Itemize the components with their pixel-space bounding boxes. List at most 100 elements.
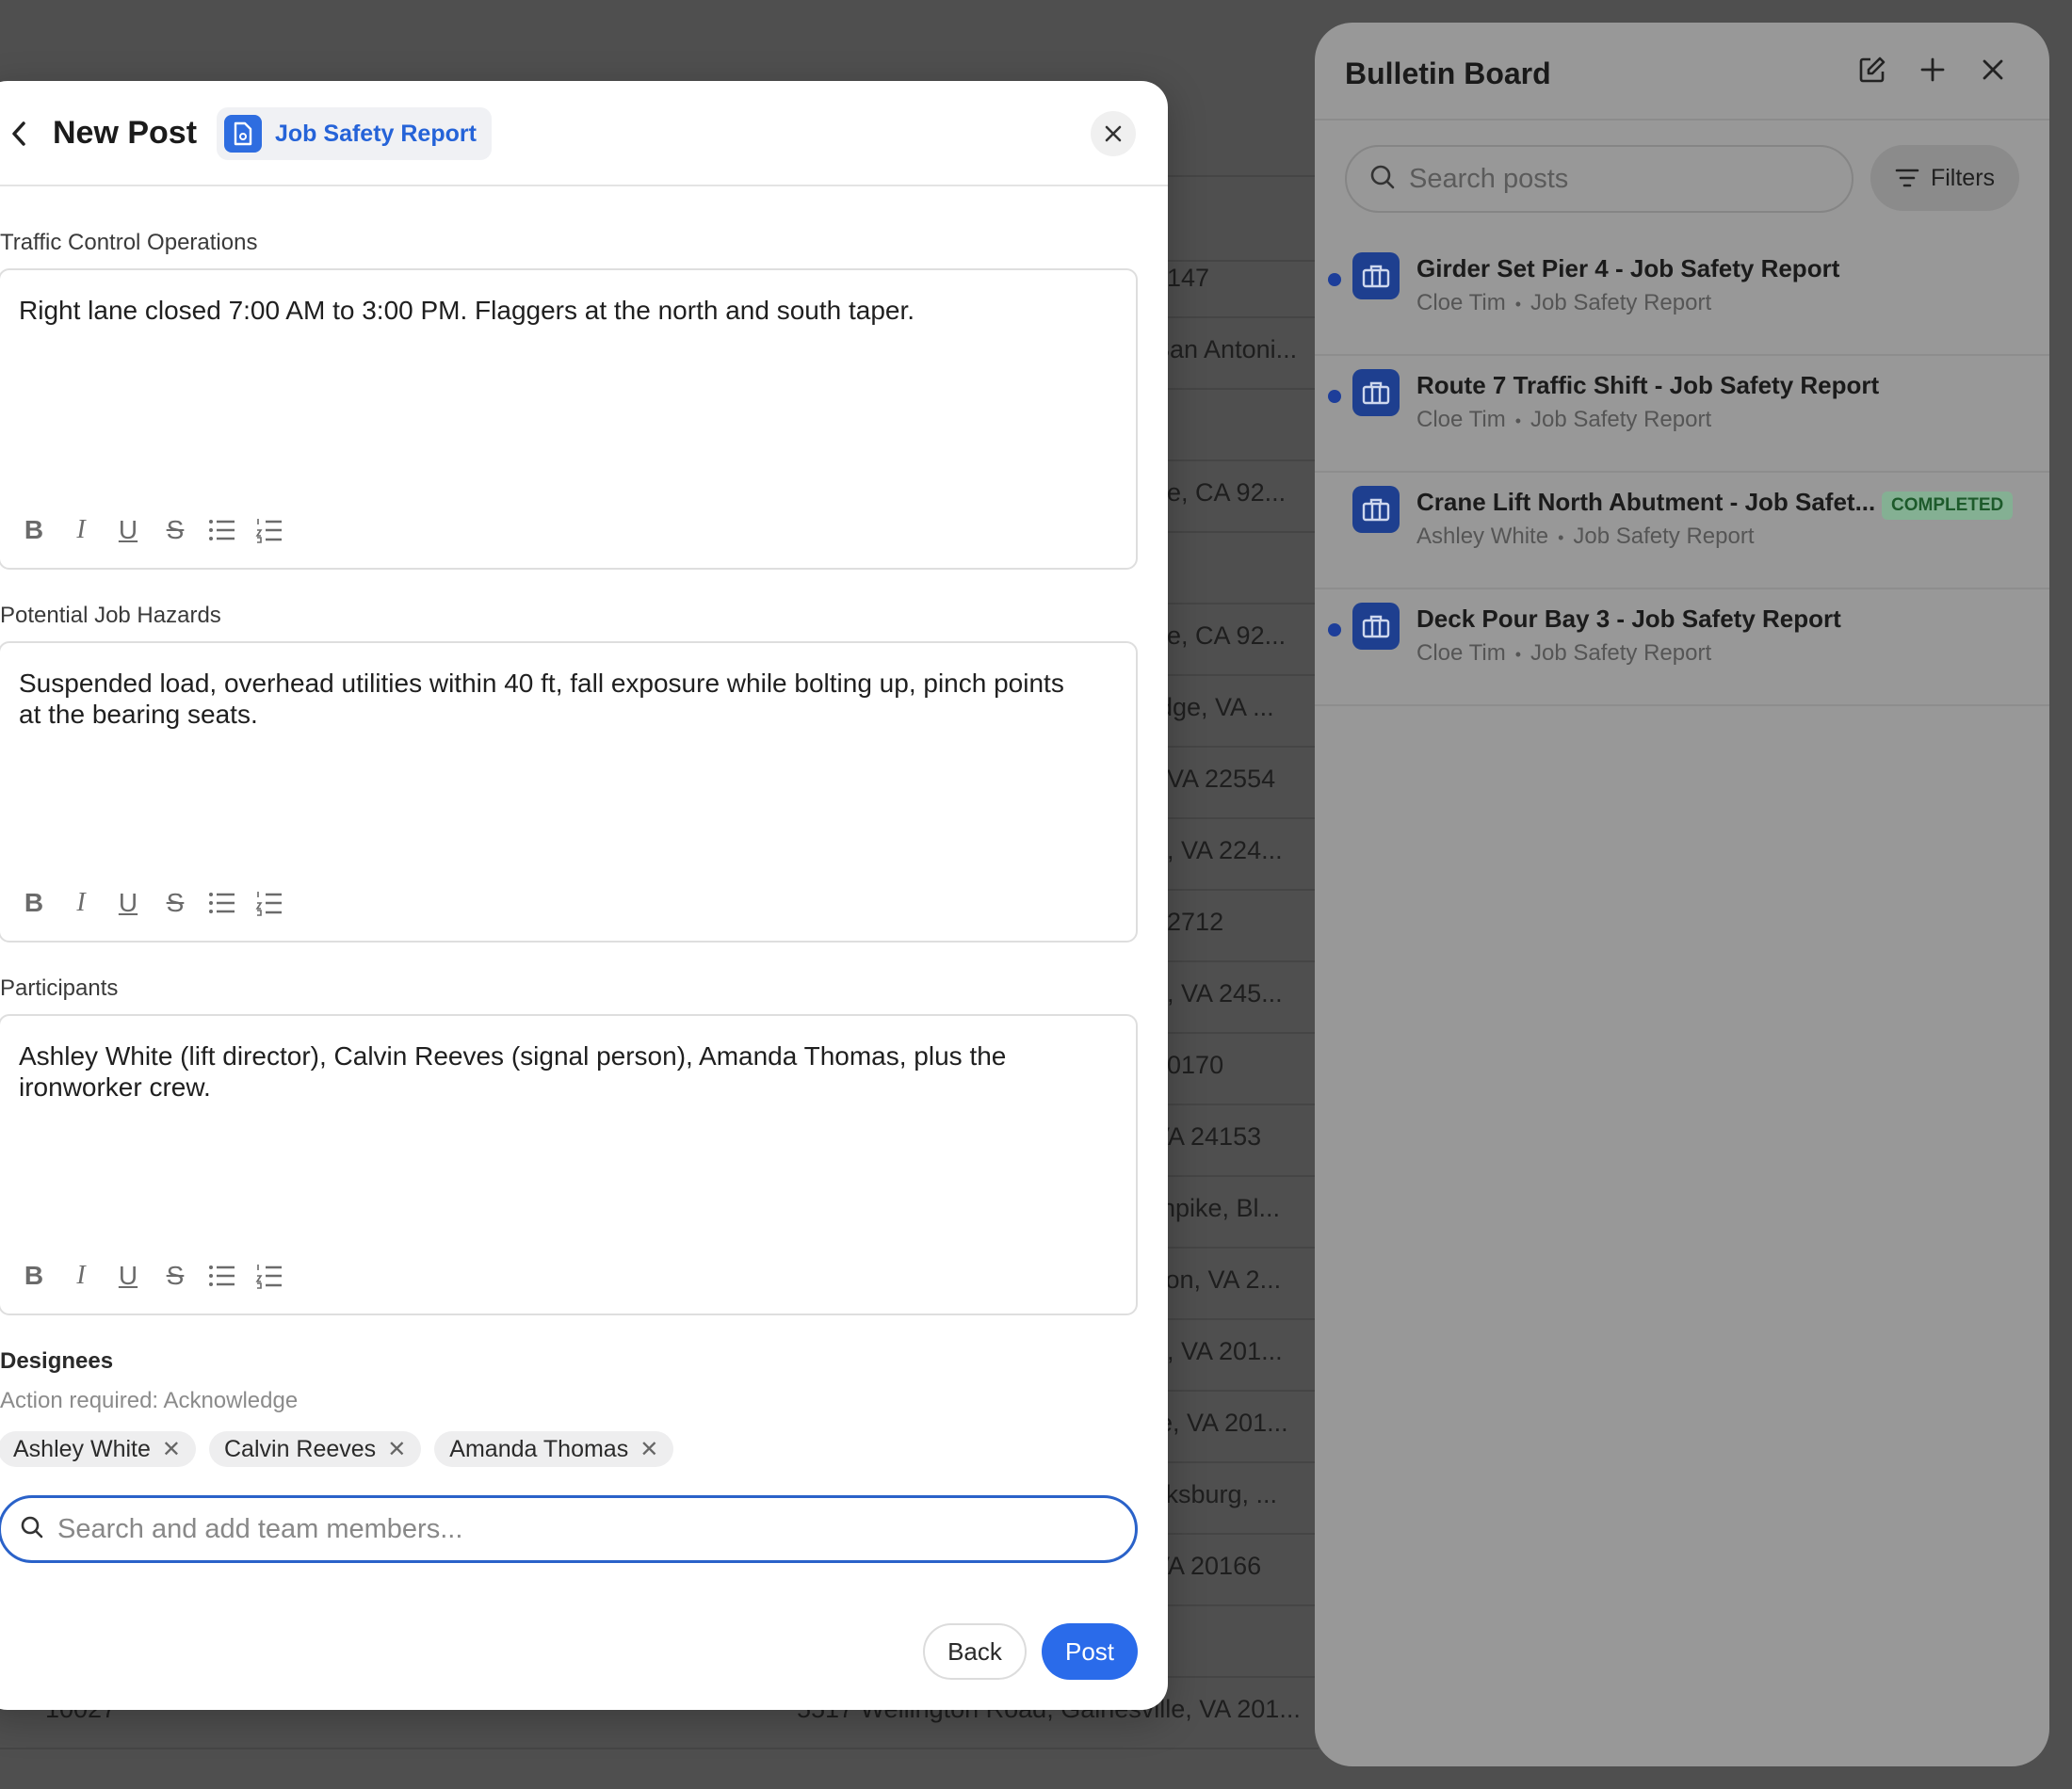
new-post-modal: New Post Job Safety Report Traffic Contr… [0, 81, 1168, 1710]
post-meta: Cloe Tim • Job Safety Report [1416, 640, 1711, 667]
table-cell: 22712 [1153, 908, 1224, 936]
strikethrough-button[interactable]: S [160, 513, 190, 547]
post-author: Cloe Tim [1416, 290, 1506, 315]
bold-button[interactable]: B [19, 1259, 49, 1293]
post-list-item[interactable]: Route 7 Traffic Shift - Job Safety Repor… [1315, 356, 2049, 473]
meta-separator: • [1514, 295, 1521, 314]
post-list-item[interactable]: Crane Lift North Abutment - Job Safet...… [1315, 473, 2049, 589]
post-title: Girder Set Pier 4 - Job Safety Report [1416, 254, 1840, 282]
remove-icon[interactable]: ✕ [162, 1436, 181, 1463]
edit-icon[interactable] [1853, 51, 1891, 89]
filters-button[interactable]: Filters [1870, 145, 2019, 211]
document-icon [224, 115, 262, 153]
designees-label: Designees [0, 1348, 114, 1374]
post-title: Deck Pour Bay 3 - Job Safety Report [1416, 604, 1841, 633]
designees-subtitle: Action required: Acknowledge [0, 1388, 299, 1413]
post-author: Cloe Tim [1416, 640, 1506, 666]
unread-indicator [1328, 623, 1341, 637]
close-icon[interactable] [1974, 51, 2012, 89]
back-chevron-icon[interactable] [0, 111, 38, 156]
table-cell: ge, CA 92... [1153, 621, 1287, 650]
bullet-list-icon[interactable] [207, 1259, 237, 1293]
chip-label: Amanda Thomas [449, 1435, 629, 1462]
post-title: Route 7 Traffic Shift - Job Safety Repor… [1416, 371, 1880, 399]
unread-indicator [1328, 390, 1341, 403]
strikethrough-button[interactable]: S [160, 886, 190, 920]
bullet-list-icon[interactable] [207, 886, 237, 920]
italic-button[interactable]: I [66, 886, 96, 920]
table-cell: , VA 22554 [1153, 765, 1276, 793]
post-author: Cloe Tim [1416, 407, 1506, 432]
briefcase-icon [1352, 369, 1400, 416]
italic-button[interactable]: I [66, 513, 96, 547]
editor-text[interactable]: Suspended load, overhead utilities withi… [19, 668, 1079, 730]
table-cell: son, VA 2... [1153, 1265, 1282, 1294]
unread-indicator [1328, 273, 1341, 286]
traffic-control-label: Traffic Control Operations [0, 230, 258, 255]
post-search-field[interactable]: Search posts [1345, 145, 1853, 213]
close-icon[interactable] [1091, 111, 1136, 156]
modal-title: New Post [53, 115, 198, 151]
post-title: Crane Lift North Abutment - Job Safet... [1416, 488, 1876, 516]
back-button[interactable]: Back [923, 1623, 1027, 1680]
post-button[interactable]: Post [1042, 1623, 1138, 1680]
remove-icon[interactable]: ✕ [387, 1436, 406, 1463]
post-meta: Cloe Tim • Job Safety Report [1416, 290, 1711, 316]
member-search-field[interactable] [0, 1495, 1138, 1563]
table-cell: 0147 [1153, 264, 1210, 292]
post-meta: Cloe Tim • Job Safety Report [1416, 407, 1711, 433]
numbered-list-icon[interactable] [254, 886, 284, 920]
search-icon [20, 1515, 44, 1544]
search-placeholder: Search posts [1409, 163, 1569, 194]
numbered-list-icon[interactable] [254, 513, 284, 547]
underline-button[interactable]: U [113, 886, 143, 920]
table-cell: idge, VA ... [1153, 693, 1274, 721]
job-hazards-editor[interactable]: Suspended load, overhead utilities withi… [0, 641, 1138, 943]
post-type-chip[interactable]: Job Safety Report [217, 107, 492, 160]
strikethrough-button[interactable]: S [160, 1259, 190, 1293]
meta-separator: • [1558, 528, 1564, 547]
editor-text[interactable]: Ashley White (lift director), Calvin Ree… [19, 1040, 1079, 1103]
post-list-item[interactable]: Girder Set Pier 4 - Job Safety Report Cl… [1315, 239, 2049, 356]
bold-button[interactable]: B [19, 886, 49, 920]
modal-header: New Post Job Safety Report [0, 81, 1168, 186]
post-type: Job Safety Report [1573, 524, 1755, 549]
designee-chip: Amanda Thomas ✕ [434, 1431, 674, 1467]
briefcase-icon [1352, 486, 1400, 533]
meta-separator: • [1514, 411, 1521, 430]
traffic-control-editor[interactable]: Right lane closed 7:00 AM to 3:00 PM. Fl… [0, 268, 1138, 570]
designee-chip: Calvin Reeves ✕ [209, 1431, 422, 1467]
briefcase-icon [1352, 252, 1400, 299]
post-meta: Ashley White • Job Safety Report [1416, 524, 1754, 550]
bullet-list-icon[interactable] [207, 513, 237, 547]
member-search-input[interactable] [57, 1513, 999, 1545]
participants-editor[interactable]: Ashley White (lift director), Calvin Ree… [0, 1014, 1138, 1315]
meta-separator: • [1514, 645, 1521, 664]
numbered-list-icon[interactable] [254, 1259, 284, 1293]
underline-button[interactable]: U [113, 1259, 143, 1293]
table-cell: VA 24153 [1153, 1122, 1262, 1151]
bold-button[interactable]: B [19, 513, 49, 547]
designee-chip: Ashley White ✕ [0, 1431, 196, 1467]
post-list-item[interactable]: Deck Pour Bay 3 - Job Safety Report Cloe… [1315, 589, 2049, 706]
table-cell: rnpike, Bl... [1153, 1194, 1281, 1222]
panel-title: Bulletin Board [1345, 56, 1551, 90]
remove-icon[interactable]: ✕ [639, 1436, 658, 1463]
underline-button[interactable]: U [113, 513, 143, 547]
table-cell: VA 20166 [1153, 1552, 1262, 1580]
briefcase-icon [1352, 603, 1400, 650]
panel-header: Bulletin Board [1315, 23, 2049, 121]
table-cell: le, VA 201... [1153, 1409, 1288, 1437]
plus-icon[interactable] [1914, 51, 1951, 89]
post-type-label: Job Safety Report [275, 120, 477, 147]
table-cell: 20170 [1153, 1051, 1224, 1079]
table-cell: ge, CA 92... [1153, 478, 1287, 507]
format-toolbar: B I U S [19, 513, 284, 547]
editor-text[interactable]: Right lane closed 7:00 AM to 3:00 PM. Fl… [19, 295, 1079, 326]
filter-icon [1895, 169, 1919, 187]
format-toolbar: B I U S [19, 1259, 284, 1293]
table-cell: cksburg, ... [1153, 1480, 1278, 1508]
designee-chips: Ashley White ✕ Calvin Reeves ✕ Amanda Th… [0, 1431, 674, 1467]
table-cell: g, VA 224... [1153, 836, 1283, 864]
italic-button[interactable]: I [66, 1259, 96, 1293]
